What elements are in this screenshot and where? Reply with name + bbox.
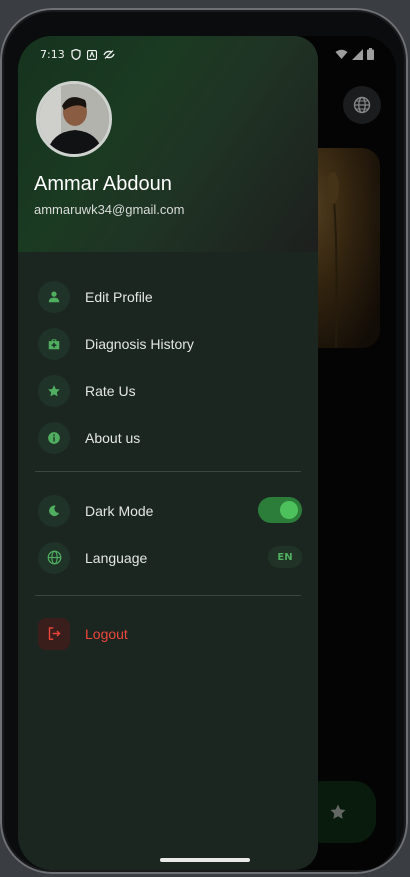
moon-icon — [49, 505, 60, 516]
logout-icon — [48, 627, 60, 640]
menu-item-label: Diagnosis History — [85, 335, 194, 352]
user-email: ammaruwk34@gmail.com — [34, 202, 185, 217]
dark-mode-toggle[interactable] — [258, 497, 302, 523]
screen: 7:13 Ammar Abdoun ammaruwk34@gmail.com E… — [18, 36, 396, 870]
shield-icon — [71, 49, 81, 60]
profile-photo — [39, 84, 109, 154]
menu-item-label: Dark Mode — [85, 502, 154, 519]
logout-section: Logout — [38, 610, 302, 657]
menu-divider — [35, 471, 301, 472]
menu-item-label: About us — [85, 429, 141, 446]
menu-item-about-us[interactable]: About us — [38, 414, 302, 461]
star-icon — [48, 384, 60, 396]
settings-menu: Dark Mode Language EN — [38, 487, 302, 581]
sync-icon — [103, 50, 115, 59]
toggle-knob — [280, 501, 298, 519]
logout-button[interactable]: Logout — [38, 610, 302, 657]
person-icon — [48, 290, 60, 302]
status-time: 7:13 — [40, 48, 65, 61]
menu-item-label: Rate Us — [85, 382, 136, 399]
menu-item-language[interactable]: Language EN — [38, 534, 302, 581]
drawer-menu: Edit Profile Diagnosis History Rate Us A… — [38, 273, 302, 461]
menu-item-label: Language — [85, 549, 148, 566]
menu-divider — [35, 595, 301, 596]
avatar[interactable] — [36, 81, 112, 157]
medical-kit-icon — [48, 338, 60, 349]
menu-item-label: Edit Profile — [85, 288, 153, 305]
app-notification-icon — [86, 49, 97, 60]
status-bar-left: 7:13 — [40, 48, 115, 61]
menu-item-edit-profile[interactable]: Edit Profile — [38, 273, 302, 320]
drawer-header: 7:13 Ammar Abdoun ammaruwk34@gmail.com — [18, 36, 318, 252]
globe-icon — [47, 550, 61, 565]
user-name: Ammar Abdoun — [34, 173, 172, 195]
menu-item-rate-us[interactable]: Rate Us — [38, 367, 302, 414]
navigation-drawer: 7:13 Ammar Abdoun ammaruwk34@gmail.com E… — [18, 36, 318, 870]
menu-item-dark-mode[interactable]: Dark Mode — [38, 487, 302, 534]
language-badge[interactable]: EN — [268, 546, 302, 568]
logout-label: Logout — [85, 625, 128, 642]
phone-frame: 7:13 Ammar Abdoun ammaruwk34@gmail.com E… — [0, 8, 408, 874]
home-indicator[interactable] — [160, 858, 250, 862]
info-icon — [48, 431, 60, 444]
menu-item-diagnosis-history[interactable]: Diagnosis History — [38, 320, 302, 367]
